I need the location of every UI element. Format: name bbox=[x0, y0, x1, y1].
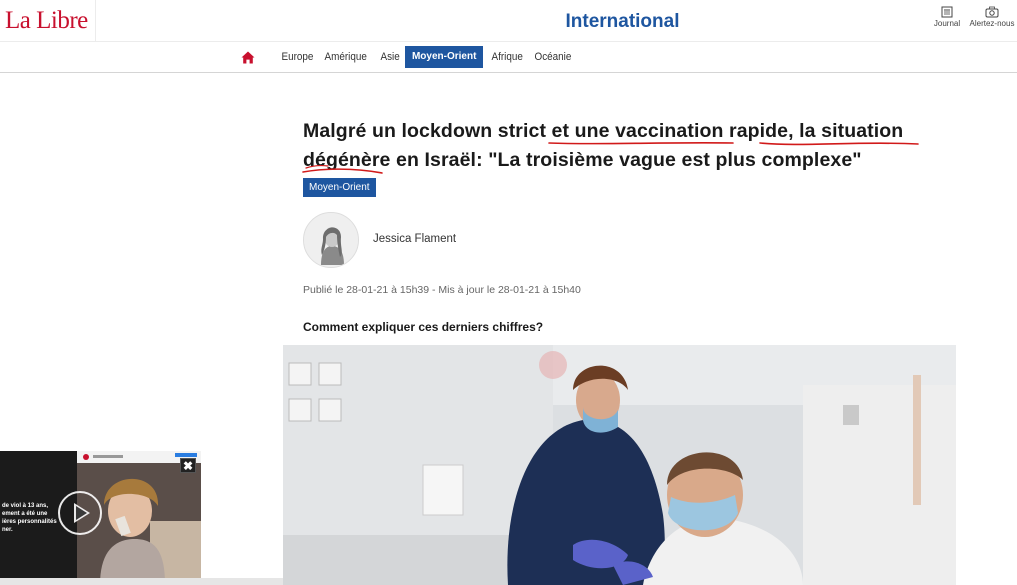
home-icon[interactable] bbox=[241, 51, 255, 64]
author-avatar[interactable] bbox=[303, 212, 359, 268]
headline-part: , la bbox=[788, 120, 822, 142]
play-icon bbox=[74, 503, 90, 523]
horizontal-scrollbar[interactable] bbox=[0, 578, 283, 585]
journal-label: Journal bbox=[933, 19, 961, 28]
section-nav: Europe Amérique Asie Moyen-Orient Afriqu… bbox=[0, 42, 1017, 73]
alert-button[interactable]: Alertez-nous bbox=[967, 6, 1017, 28]
author-portrait-image bbox=[304, 213, 358, 267]
headline-underlined-part: en Israël bbox=[396, 149, 477, 171]
nav-item-amerique[interactable]: Amérique bbox=[320, 46, 371, 68]
play-button[interactable] bbox=[58, 491, 102, 535]
author-name[interactable]: Jessica Flament bbox=[373, 233, 456, 245]
alert-label: Alertez-nous bbox=[969, 19, 1015, 28]
headline-part: : "La troisième vague est plus complexe" bbox=[476, 149, 862, 171]
headline-underlined-part: une vaccination rapide bbox=[574, 120, 789, 142]
article-headline: Malgré un lockdown strict et une vaccina… bbox=[303, 117, 943, 175]
newspaper-icon bbox=[941, 6, 953, 18]
nav-item-afrique[interactable]: Afrique bbox=[487, 46, 527, 68]
nav-list: Europe Amérique Asie Moyen-Orient Afriqu… bbox=[277, 46, 579, 68]
journal-button[interactable]: Journal bbox=[932, 6, 962, 28]
nav-item-moyen-orient[interactable]: Moyen-Orient bbox=[404, 46, 484, 68]
nav-item-oceanie[interactable]: Océanie bbox=[530, 46, 576, 68]
camera-icon bbox=[985, 6, 999, 18]
vaccination-photo-illustration bbox=[283, 345, 956, 585]
top-header: La Libre International Journal Alertez-n… bbox=[0, 0, 1017, 42]
section-title[interactable]: International bbox=[0, 11, 1017, 33]
article-photo bbox=[283, 345, 956, 585]
publish-info: Publié le 28-01-21 à 15h39 - Mis à jour … bbox=[303, 284, 581, 296]
nav-item-asie[interactable]: Asie bbox=[376, 46, 404, 68]
article-lead: Comment expliquer ces derniers chiffres? bbox=[303, 320, 544, 334]
headline-part: Malgré un lockdown strict et bbox=[303, 120, 575, 142]
video-close-button[interactable]: ✖ bbox=[180, 458, 196, 473]
category-badge[interactable]: Moyen-Orient bbox=[303, 178, 376, 197]
nav-item-europe[interactable]: Europe bbox=[277, 46, 318, 68]
